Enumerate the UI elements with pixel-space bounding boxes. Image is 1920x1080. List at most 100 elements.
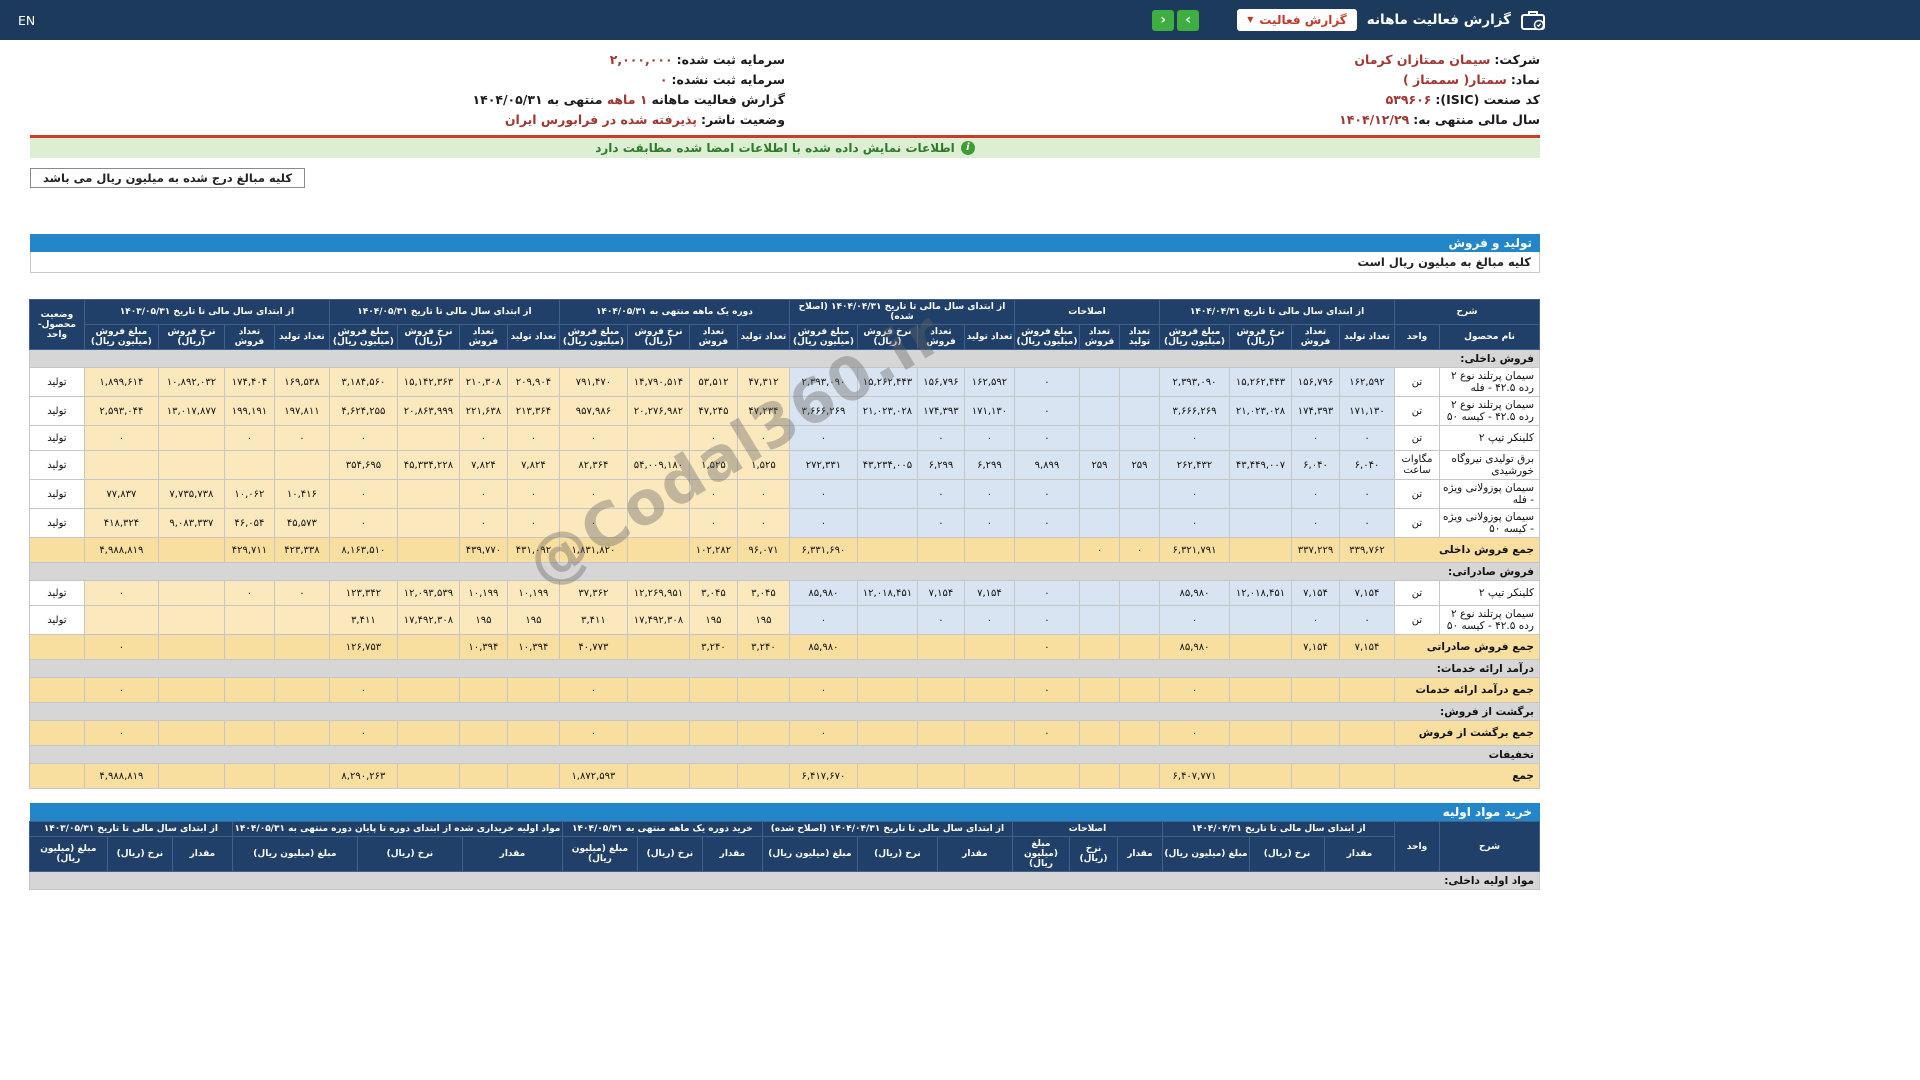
value-cell: ۱۲۳,۳۴۲ [328, 580, 398, 606]
info-value: ۰ [659, 72, 668, 87]
value-cell: ۳۵۴,۶۹۵ [328, 450, 398, 480]
value-cell: ۷,۸۲۴ [506, 450, 560, 480]
value-cell: ۶,۳۳۱,۶۹۰ [788, 537, 858, 563]
value-cell: ۸,۲۹۰,۲۶۳ [328, 763, 398, 789]
value-cell: ۱,۸۳۱,۸۲۰ [558, 537, 628, 563]
value-cell: ۲۰,۸۶۳,۹۹۹ [396, 396, 460, 426]
value-cell [856, 425, 918, 451]
report-type-dropdown[interactable]: گزارش فعالیت ▼ [1237, 9, 1357, 31]
column-group-header: از ابتدای سال مالی تا تاریخ ۱۴۰۴/۰۴/۳۱ (… [761, 821, 1013, 837]
value-cell [1079, 580, 1120, 606]
value-cell: ۰ [788, 425, 858, 451]
value-cell: ۵۴,۰۰۹,۱۸۰ [626, 450, 690, 480]
purchase-table: شرح واحد از ابتدای سال مالی تا تاریخ ۱۴۰۴/… [28, 821, 1541, 890]
value-cell: ۰ [736, 425, 790, 451]
value-cell [1339, 763, 1395, 789]
amounts-note-wrap: کلیه مبالغ درج شده به میلیون ریال می باش… [30, 167, 1540, 188]
value-cell: ۱,۸۷۲,۵۹۳ [558, 763, 628, 789]
value-cell: ۱۷۴,۳۹۳ [1291, 396, 1340, 426]
value-cell: ۰ [1339, 508, 1395, 538]
unit-cell: تن [1394, 508, 1440, 538]
value-cell: ۱۵۶,۷۹۶ [1291, 367, 1340, 397]
value-cell: ۰ [1339, 605, 1395, 635]
value-cell: ۶,۴۱۷,۶۷۰ [788, 763, 858, 789]
column-header: نرخ (ریال) [1249, 836, 1325, 872]
value-cell: ۳,۴۱۱ [328, 605, 398, 635]
value-cell: ۰ [916, 508, 965, 538]
value-cell [1079, 367, 1120, 397]
value-cell [223, 605, 275, 635]
value-cell: ۲۱,۰۲۳,۰۲۸ [1229, 396, 1292, 426]
value-cell: ۸,۱۶۳,۵۱۰ [328, 537, 398, 563]
value-cell: ۰ [458, 425, 508, 451]
value-cell: ۲۱۰,۳۰۸ [458, 367, 508, 397]
language-toggle-en[interactable]: EN [18, 13, 35, 28]
value-cell [963, 720, 1015, 746]
status-cell [28, 634, 85, 660]
amounts-note: کلیه مبالغ درج شده به میلیون ریال می باش… [30, 168, 306, 188]
value-cell [1079, 396, 1120, 426]
value-cell: ۰ [788, 720, 858, 746]
section-label: مواد اولیه داخلی: [28, 871, 1541, 890]
value-cell: ۴۵,۳۳۴,۲۲۸ [396, 450, 460, 480]
value-cell [1229, 425, 1292, 451]
info-value: سمتار( سممتاز ) [1402, 72, 1507, 87]
value-cell: ۲۵۹ [1079, 450, 1120, 480]
top-navbar: گزارش فعالیت ماهانه گزارش فعالیت ▼ › ‹ E… [0, 0, 1920, 40]
info-row: سرمایه ثبت شده: ۲,۰۰۰,۰۰۰ [30, 50, 785, 70]
value-cell [1229, 605, 1292, 635]
value-cell [1119, 425, 1160, 451]
value-cell [506, 720, 560, 746]
product-row: سیمان پرتلند نوع ۲ رده ۴۲.۵ - فله تن ۱۶۲,۵… [28, 367, 1540, 397]
value-cell: ۰ [328, 720, 398, 746]
value-cell: ۲۷۲,۳۳۱ [788, 450, 858, 480]
value-cell: ۰ [1291, 508, 1340, 538]
value-cell: ۳۳۷,۲۲۹ [1291, 537, 1340, 563]
status-cell: تولید [28, 367, 85, 397]
value-cell: ۷,۱۵۴ [1339, 634, 1395, 660]
value-cell: ۰ [83, 580, 159, 606]
column-header: نرخ فروش (ریال) [856, 324, 918, 350]
value-cell: ۰ [1159, 677, 1230, 703]
value-cell [1119, 763, 1160, 789]
info-label: وضعیت ناشر: [700, 112, 785, 127]
value-cell: ۱۹۹,۱۹۱ [223, 396, 275, 426]
value-cell: ۰ [788, 479, 858, 509]
value-cell: ۲۱۳,۳۶۴ [506, 396, 560, 426]
value-cell: ۶,۰۴۰ [1291, 450, 1340, 480]
value-cell: ۴۲۹,۷۱۱ [223, 537, 275, 563]
value-cell [1339, 677, 1395, 703]
column-header: تعداد تولید [1339, 324, 1395, 350]
column-group-header: از ابتدای سال مالی تا تاریخ ۱۴۰۴/۰۴/۳۱ (… [788, 299, 1015, 325]
value-cell: ۱۰,۳۹۴ [458, 634, 508, 660]
value-cell: ۱,۵۲۵ [736, 450, 790, 480]
value-cell: ۲۲۱,۶۳۸ [458, 396, 508, 426]
column-group-header: شرح [1439, 821, 1540, 872]
column-header: واحد [1394, 324, 1440, 350]
value-cell: ۰ [916, 479, 965, 509]
unit-cell: تن [1394, 396, 1440, 426]
value-cell: ۶,۴۰۷,۷۷۱ [1159, 763, 1230, 789]
value-cell: ۱۶۲,۵۹۲ [1339, 367, 1395, 397]
value-cell [856, 605, 918, 635]
value-cell: ۵۳,۵۱۲ [688, 367, 738, 397]
product-name: سیمان پرتلند نوع ۲ رده ۴۲.۵ - کیسه ۵۰ [1439, 396, 1540, 426]
value-cell [856, 763, 918, 789]
value-cell: ۴,۶۲۴,۲۵۵ [328, 396, 398, 426]
value-cell [963, 763, 1015, 789]
nav-arrow-left-button[interactable]: ‹ [1152, 9, 1175, 31]
info-row: سال مالی منتهی به: ۱۴۰۴/۱۲/۲۹ [785, 110, 1540, 130]
value-cell [1079, 634, 1120, 660]
info-value: سیمان ممتازان کرمان [1354, 52, 1491, 67]
unit-cell: تن [1394, 580, 1440, 606]
value-cell: ۴۵,۵۷۳ [273, 508, 330, 538]
column-header: مقدار [1116, 836, 1163, 872]
value-cell: ۳۷,۳۶۲ [558, 580, 628, 606]
product-row: برق تولیدی نیروگاه خورشیدی مگاوات ساعت ۶,۰… [28, 450, 1540, 480]
value-cell [963, 634, 1015, 660]
value-cell: ۰ [83, 634, 159, 660]
value-cell: ۰ [963, 605, 1015, 635]
value-cell [1079, 763, 1120, 789]
nav-arrow-right-button[interactable]: › [1177, 9, 1200, 31]
value-cell: ۹,۰۸۳,۳۳۷ [157, 508, 225, 538]
